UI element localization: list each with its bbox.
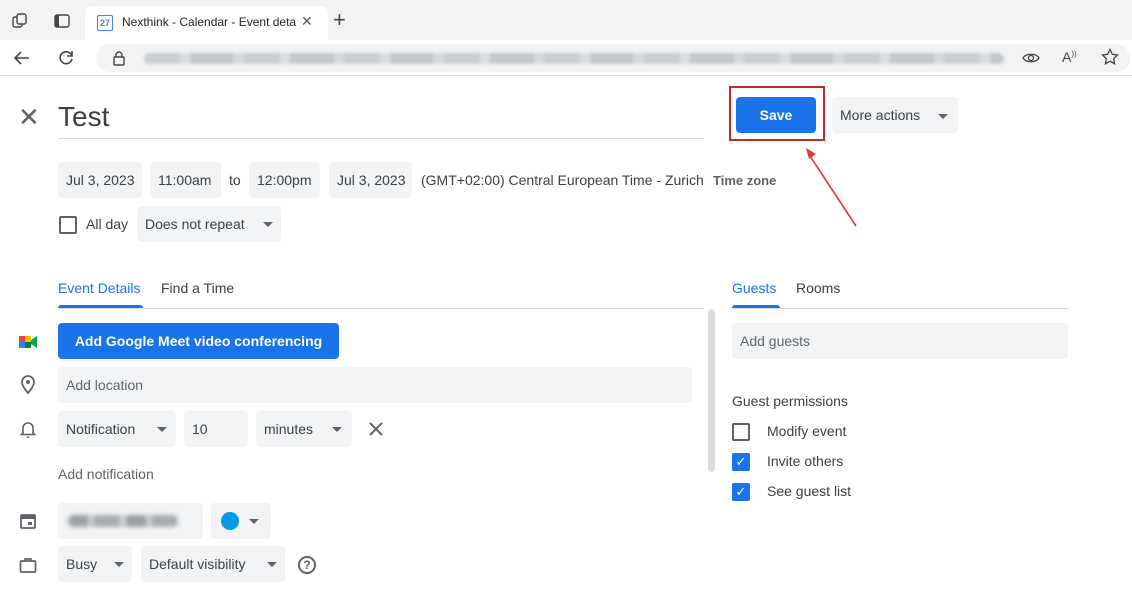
add-guests-input[interactable]: Add guests [732,323,1068,359]
location-input[interactable]: Add location [58,367,692,403]
new-tab-button[interactable]: + [333,9,346,31]
tab-event-details[interactable]: Event Details [58,278,140,298]
favorite-star-icon[interactable] [1101,47,1119,71]
calendar-icon [19,512,39,532]
event-title-input[interactable]: Test [58,98,704,139]
google-meet-icon [18,332,38,352]
read-aloud-icon[interactable]: A)) [1062,49,1077,65]
url-text-redacted [144,53,1004,64]
start-date-chip[interactable]: Jul 3, 2023 [58,162,142,198]
more-actions-label: More actions [840,107,921,123]
lock-icon[interactable] [112,50,126,71]
workspaces-icon[interactable] [10,12,30,32]
to-label: to [229,172,241,188]
chevron-down-icon [157,427,167,432]
help-icon[interactable]: ? [298,556,316,574]
details-scrollbar[interactable] [708,309,715,472]
tab-guests[interactable]: Guests [732,278,776,298]
notification-type-dropdown[interactable]: Notification [58,411,176,447]
location-pin-icon [19,375,39,395]
notification-unit-value: minutes [264,421,314,437]
tab-rooms[interactable]: Rooms [796,278,840,298]
calendar-favicon-icon: 27 [97,15,113,31]
visibility-value: Default visibility [149,556,246,572]
briefcase-icon [19,556,39,576]
chevron-down-icon [263,222,273,227]
save-button[interactable]: Save [736,97,816,133]
busy-value: Busy [66,556,98,572]
end-time-chip[interactable]: 12:00pm [249,162,320,198]
calendar-color-dropdown[interactable] [211,503,271,539]
notification-type-value: Notification [66,421,136,437]
tab-title: Nexthink - Calendar - Event deta [122,15,297,29]
timezone-text: (GMT+02:00) Central European Time - Zuri… [421,172,704,188]
chevron-down-icon [938,113,949,119]
add-google-meet-button[interactable]: Add Google Meet video conferencing [58,323,339,359]
all-day-checkbox[interactable] [59,216,77,234]
see-guest-list-label: See guest list [767,483,852,499]
right-tabs-divider [732,308,1068,309]
remove-notification-icon[interactable] [368,421,384,442]
calendar-owner-redacted [68,515,178,527]
busy-dropdown[interactable]: Busy [58,546,132,582]
chevron-down-icon [114,562,124,567]
tab-actions-icon[interactable] [52,12,72,32]
tab-close-icon[interactable]: ✕ [301,13,313,30]
address-bar[interactable]: A)) [96,44,1130,72]
all-day-label: All day [86,216,129,232]
bell-icon [19,419,39,439]
chevron-down-icon [332,427,342,432]
browser-tab-bar: 27 Nexthink - Calendar - Event deta ✕ + [0,0,1132,40]
calendar-owner-dropdown[interactable] [58,503,203,539]
annotation-arrow [806,148,857,227]
chevron-down-icon [267,562,277,567]
repeat-value: Does not repeat [145,216,245,232]
modify-event-checkbox[interactable] [732,423,750,441]
calendar-color-swatch [221,512,239,530]
end-date-chip[interactable]: Jul 3, 2023 [329,162,412,198]
back-arrow-icon[interactable] [12,48,32,68]
start-time-chip[interactable]: 11:00am [150,162,221,198]
add-notification-link[interactable]: Add notification [58,456,154,492]
timezone-link[interactable]: Time zone [713,163,776,199]
tab-find-a-time[interactable]: Find a Time [161,278,234,298]
browser-tab-active[interactable]: 27 Nexthink - Calendar - Event deta ✕ [85,6,328,40]
see-guest-list-checkbox[interactable]: ✓ [732,483,750,501]
reader-mode-icon[interactable] [1022,50,1040,71]
close-editor-icon[interactable]: ✕ [18,104,40,130]
more-actions-button[interactable]: More actions [832,97,958,133]
repeat-dropdown[interactable]: Does not repeat [137,206,281,242]
visibility-dropdown[interactable]: Default visibility [141,546,285,582]
invite-others-checkbox[interactable]: ✓ [732,453,750,471]
notification-amount-input[interactable]: 10 [184,411,248,447]
notification-unit-dropdown[interactable]: minutes [256,411,352,447]
chevron-down-icon [249,519,259,524]
reload-icon[interactable] [56,48,76,68]
left-tabs-divider [58,308,704,309]
